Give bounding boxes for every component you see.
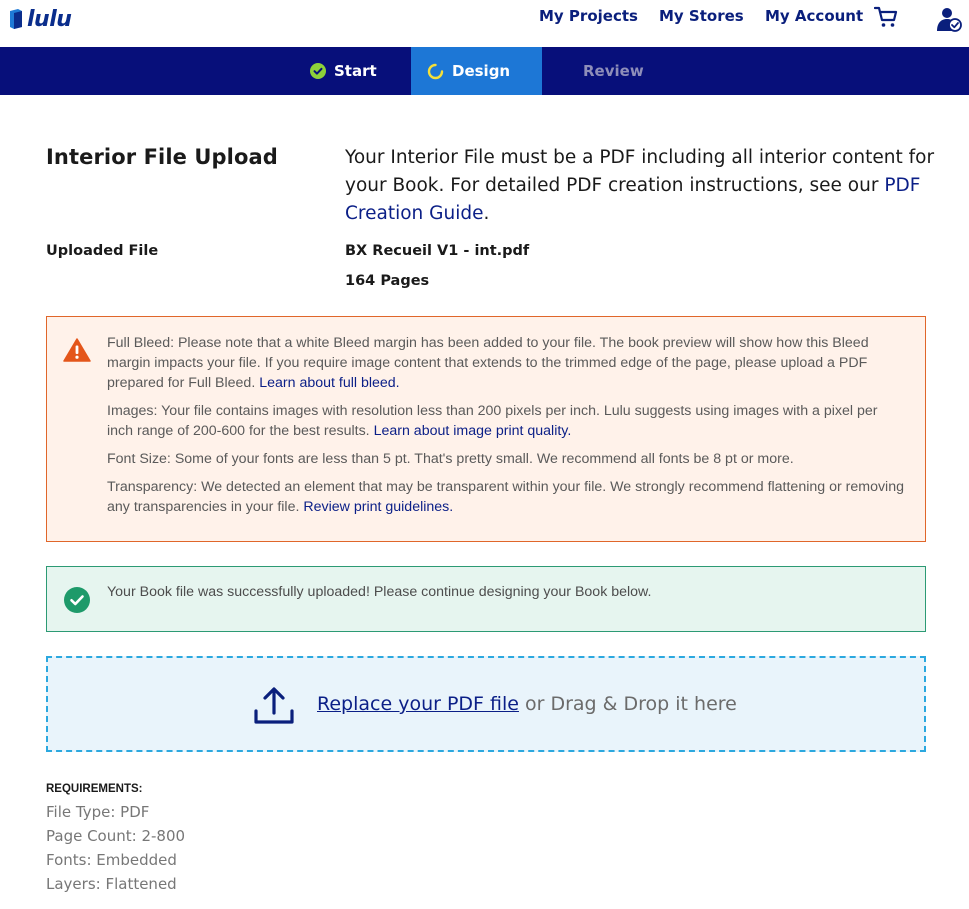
requirements-heading: REQUIREMENTS: (46, 783, 143, 795)
top-navigation: lulu My Projects My Stores My Account (0, 0, 969, 47)
warning-full-bleed-text: Full Bleed: Please note that a white Ble… (107, 335, 869, 391)
requirement-file-type: File Type: PDF (46, 803, 150, 821)
file-warnings-alert: Full Bleed: Please note that a white Ble… (46, 316, 926, 542)
step-review-label: Review (583, 62, 644, 80)
interior-intro: Your Interior File must be a PDF includi… (345, 144, 935, 228)
step-start-label: Start (334, 62, 377, 80)
book-logo-icon (10, 9, 22, 29)
success-check-icon (64, 587, 90, 613)
uploaded-file-name: BX Recueil V1 - int.pdf (345, 243, 530, 259)
warning-list: Full Bleed: Please note that a white Ble… (107, 333, 907, 525)
warning-images: Images: Your file contains images with r… (107, 401, 907, 441)
progress-stepper: Start Design Review (0, 47, 969, 95)
step-design[interactable]: Design (411, 47, 542, 95)
learn-image-quality-link[interactable]: Learn about image print quality. (374, 423, 572, 439)
lulu-logo[interactable]: lulu (8, 6, 72, 32)
page-title: Interior File Upload (46, 145, 278, 169)
logo-text: lulu (27, 6, 72, 32)
requirement-layers: Layers: Flattened (46, 875, 177, 893)
uploaded-file-label: Uploaded File (46, 243, 159, 259)
success-message: Your Book file was successfully uploaded… (107, 584, 652, 600)
nav-my-stores[interactable]: My Stores (659, 7, 744, 25)
uploaded-file-page-count: 164 Pages (345, 273, 430, 289)
warning-transparency: Transparency: We detected an element tha… (107, 477, 907, 517)
review-print-guidelines-link[interactable]: Review print guidelines. (303, 499, 453, 515)
learn-full-bleed-link[interactable]: Learn about full bleed. (259, 375, 399, 391)
warning-font-size: Font Size: Some of your fonts are less t… (107, 449, 907, 469)
cart-icon[interactable] (874, 6, 898, 28)
drag-drop-text: or Drag & Drop it here (518, 693, 737, 715)
upload-success-alert: Your Book file was successfully uploaded… (46, 566, 926, 632)
warning-full-bleed: Full Bleed: Please note that a white Ble… (107, 333, 907, 393)
nav-my-account[interactable]: My Account (765, 7, 863, 25)
requirement-fonts: Fonts: Embedded (46, 851, 177, 869)
user-check-icon[interactable] (936, 6, 962, 32)
nav-my-projects[interactable]: My Projects (539, 7, 638, 25)
check-circle-icon (310, 63, 326, 79)
upload-icon (254, 687, 294, 724)
intro-end: . (483, 203, 490, 224)
step-review[interactable]: Review (583, 47, 644, 95)
step-design-label: Design (452, 62, 511, 80)
drop-instructions: Replace your PDF file or Drag & Drop it … (317, 693, 737, 715)
in-progress-spinner-icon (427, 63, 444, 79)
replace-pdf-link[interactable]: Replace your PDF file (317, 693, 519, 715)
pdf-drop-zone[interactable]: Replace your PDF file or Drag & Drop it … (46, 656, 926, 752)
warning-triangle-icon (63, 338, 91, 362)
requirement-page-count: Page Count: 2-800 (46, 827, 186, 845)
intro-text: Your Interior File must be a PDF includi… (345, 147, 935, 196)
step-start[interactable]: Start (310, 47, 377, 95)
warning-font-size-text: Font Size: Some of your fonts are less t… (107, 451, 794, 467)
warning-transparency-text: Transparency: We detected an element tha… (107, 479, 904, 515)
